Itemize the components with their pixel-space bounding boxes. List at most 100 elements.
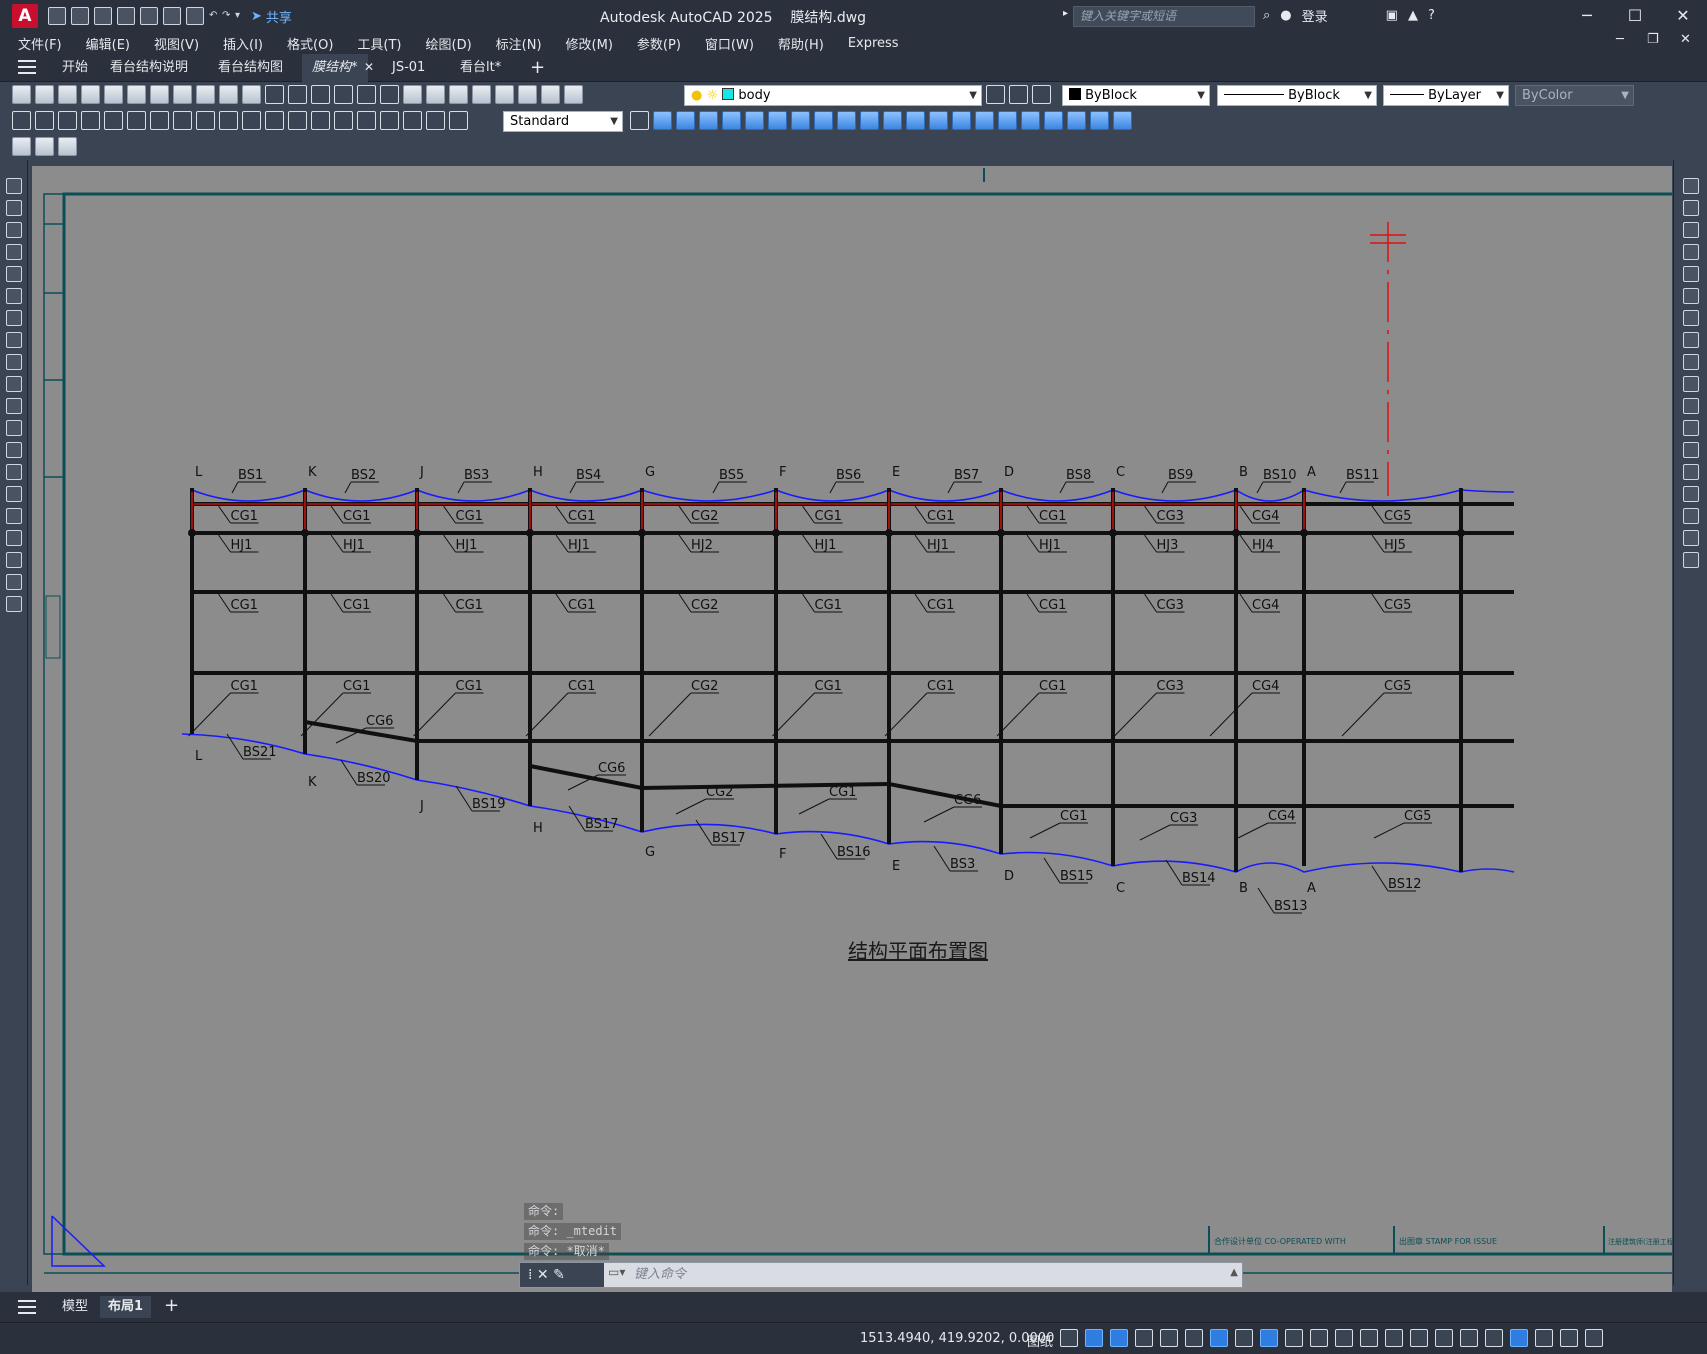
- scale-icon[interactable]: [1683, 332, 1699, 348]
- tool-palettes-icon[interactable]: [449, 85, 468, 104]
- tab-close-icon[interactable]: ✕: [364, 60, 374, 74]
- graphics-performance-icon[interactable]: [1535, 1329, 1553, 1347]
- continue-icon[interactable]: [242, 111, 261, 130]
- new-icon[interactable]: [48, 7, 66, 25]
- paper-space-toggle[interactable]: 图纸: [1027, 1331, 1053, 1350]
- wedge-icon[interactable]: [676, 111, 695, 130]
- mirror-icon[interactable]: [1683, 222, 1699, 238]
- open-web-icon[interactable]: [140, 7, 158, 25]
- command-input[interactable]: 键入命令: [634, 1263, 686, 1287]
- properties-icon[interactable]: [403, 85, 422, 104]
- radius-icon[interactable]: [104, 111, 123, 130]
- open-icon[interactable]: [71, 7, 89, 25]
- quick-properties-icon[interactable]: [1460, 1329, 1478, 1347]
- menu-edit[interactable]: 编辑(E): [86, 34, 130, 53]
- menu-express[interactable]: Express: [848, 36, 899, 51]
- doc-restore-icon[interactable]: ❐: [1647, 32, 1659, 54]
- lock-ui-icon[interactable]: [1485, 1329, 1503, 1347]
- stretch-icon[interactable]: [1683, 354, 1699, 370]
- table-style-icon[interactable]: [35, 137, 54, 156]
- save-web-icon[interactable]: [163, 7, 181, 25]
- 3d-move-icon[interactable]: [1044, 111, 1063, 130]
- table-icon[interactable]: [6, 552, 22, 568]
- sweep-icon[interactable]: [906, 111, 925, 130]
- dimstyle-dropdown[interactable]: Standard ▼: [503, 111, 623, 132]
- 3d-array-icon[interactable]: [1113, 111, 1132, 130]
- baseline-icon[interactable]: [219, 111, 238, 130]
- ellipse-icon[interactable]: [6, 376, 22, 392]
- cart-icon[interactable]: ▣: [1386, 8, 1398, 23]
- share-button[interactable]: ➤ 共享: [251, 7, 292, 26]
- redo-icon[interactable]: ↷: [222, 11, 230, 21]
- drawing-canvas[interactable]: 合作设计单位 CO-OPERATED WITH 出图章 STAMP FOR IS…: [32, 166, 1672, 1292]
- dim-style-icon[interactable]: [630, 111, 649, 130]
- union-icon[interactable]: [975, 111, 994, 130]
- aligned-dim-icon[interactable]: [35, 111, 54, 130]
- arc-length-icon[interactable]: [58, 111, 77, 130]
- doc-close-icon[interactable]: ✕: [1680, 32, 1691, 54]
- 3d-rotate-icon[interactable]: [1067, 111, 1086, 130]
- markup-icon[interactable]: [495, 85, 514, 104]
- tab-js-01[interactable]: JS-01: [382, 54, 435, 82]
- intersect-icon[interactable]: [1021, 111, 1040, 130]
- customization-menu-icon[interactable]: [1585, 1329, 1603, 1347]
- ordinate-icon[interactable]: [81, 111, 100, 130]
- close-icon[interactable]: ✕: [537, 1267, 549, 1283]
- dim-update-icon[interactable]: [449, 111, 468, 130]
- trim-icon[interactable]: [1683, 376, 1699, 392]
- chamfer-icon[interactable]: [1683, 486, 1699, 502]
- annotation-monitor-icon[interactable]: [1410, 1329, 1428, 1347]
- grip-icon[interactable]: ⁞: [528, 1267, 532, 1283]
- help-toolbar-icon[interactable]: [541, 85, 560, 104]
- torus-icon[interactable]: [768, 111, 787, 130]
- menu-modify[interactable]: 修改(M): [566, 34, 613, 53]
- gradient-icon[interactable]: [6, 508, 22, 524]
- doc-minimize-icon[interactable]: ─: [1616, 32, 1624, 54]
- layer-states-icon[interactable]: [1032, 85, 1051, 104]
- ellipse-arc-icon[interactable]: [6, 398, 22, 414]
- chevron-up-icon[interactable]: ▲: [1230, 1267, 1238, 1278]
- linear-dim-icon[interactable]: [12, 111, 31, 130]
- units-icon[interactable]: [1435, 1329, 1453, 1347]
- isolate-objects-icon[interactable]: [1510, 1329, 1528, 1347]
- user-icon[interactable]: ●: [1280, 8, 1291, 23]
- box-icon[interactable]: [653, 111, 672, 130]
- publish-icon[interactable]: [127, 85, 146, 104]
- tab-structure-notes[interactable]: 看台结构说明: [100, 54, 198, 82]
- layer-properties-icon[interactable]: [564, 85, 583, 104]
- maximize-button[interactable]: ☐: [1611, 0, 1659, 32]
- planar-surface-icon[interactable]: [837, 111, 856, 130]
- paste-icon[interactable]: [219, 85, 238, 104]
- jogged-linear-icon[interactable]: [380, 111, 399, 130]
- presspull-icon[interactable]: [883, 111, 902, 130]
- search-expand-icon[interactable]: ▸: [1063, 8, 1068, 19]
- make-block-icon[interactable]: [6, 442, 22, 458]
- zoom-previous-icon[interactable]: [380, 85, 399, 104]
- menu-dimension[interactable]: 标注(N): [496, 34, 542, 53]
- qa-dropdown-icon[interactable]: ▾: [235, 11, 243, 21]
- tab-layout1[interactable]: 布局1: [100, 1296, 152, 1318]
- fillet-icon[interactable]: [1683, 508, 1699, 524]
- 3d-osnap-icon[interactable]: [1310, 1329, 1328, 1347]
- tab-membrane-structure[interactable]: 膜结构*: [302, 54, 368, 82]
- edit-block-icon[interactable]: [12, 137, 31, 156]
- point-icon[interactable]: [6, 464, 22, 480]
- dynamic-ucs-icon[interactable]: [1335, 1329, 1353, 1347]
- multileader-style-icon[interactable]: [58, 137, 77, 156]
- object-snap-tracking-icon[interactable]: [1185, 1329, 1203, 1347]
- layer-dropdown[interactable]: ● ☼ body ▼: [684, 85, 982, 106]
- line-icon[interactable]: [6, 178, 22, 194]
- save-as-icon[interactable]: [117, 7, 135, 25]
- polygon-icon[interactable]: [6, 244, 22, 260]
- tab-stand-lt[interactable]: 看台lt*: [450, 54, 511, 82]
- cylinder-icon[interactable]: [745, 111, 764, 130]
- extend-icon[interactable]: [1683, 398, 1699, 414]
- redo-toolbar-icon[interactable]: [288, 85, 307, 104]
- match-properties-icon[interactable]: [242, 85, 261, 104]
- tolerance-icon[interactable]: [311, 111, 330, 130]
- break-at-point-icon[interactable]: [1683, 420, 1699, 436]
- linetype-dropdown[interactable]: ByBlock ▼: [1217, 85, 1377, 106]
- center-mark-icon[interactable]: [334, 111, 353, 130]
- search-icon[interactable]: ⌕: [1263, 8, 1270, 23]
- sphere-icon[interactable]: [722, 111, 741, 130]
